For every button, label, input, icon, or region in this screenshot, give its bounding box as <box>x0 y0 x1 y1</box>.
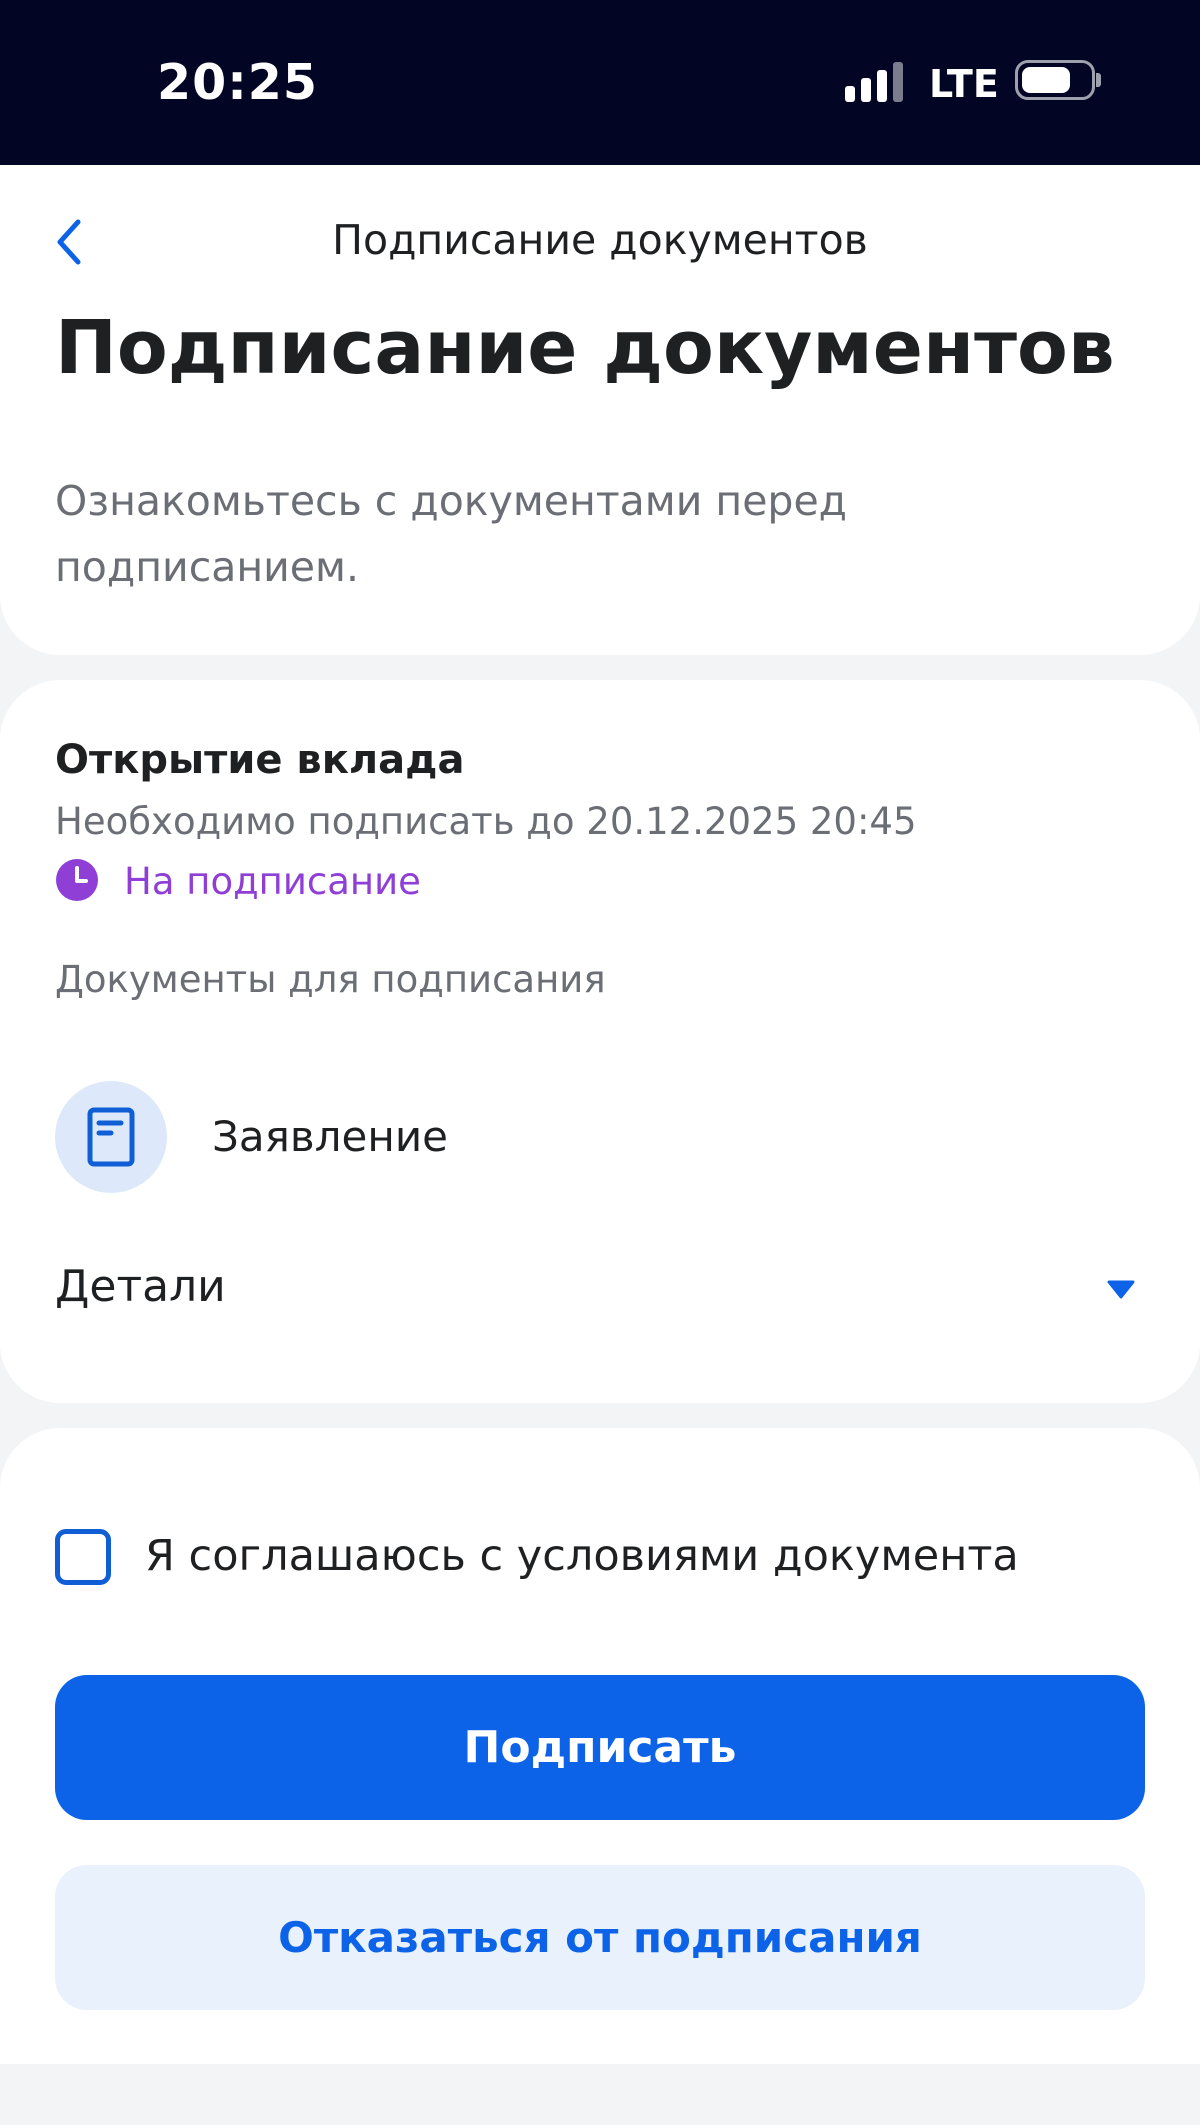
document-icon-circle <box>55 1081 167 1193</box>
battery-icon <box>1015 60 1095 100</box>
network-type: LTE <box>929 62 999 106</box>
clock-icon <box>56 859 98 901</box>
status-badge: На подписание <box>124 860 421 903</box>
sign-button[interactable]: Подписать <box>55 1675 1145 1820</box>
nav-title: Подписание документов <box>332 216 868 264</box>
agree-checkbox-row[interactable]: Я соглашаюсь с условиями документа <box>55 1526 1145 1586</box>
documents-label: Документы для подписания <box>55 958 606 1001</box>
document-icon <box>87 1107 135 1167</box>
decline-button[interactable]: Отказаться от подписания <box>55 1865 1145 2010</box>
status-bar: 20:25 LTE <box>0 0 1200 165</box>
status-time: 20:25 <box>157 54 318 111</box>
details-label: Детали <box>55 1261 226 1312</box>
operation-title: Открытие вклада <box>55 737 465 783</box>
agree-checkbox[interactable] <box>55 1529 111 1585</box>
deadline-text: Необходимо подписать до 20.12.2025 20:45 <box>55 800 917 843</box>
agree-label: Я соглашаюсь с условиями документа <box>145 1531 1019 1581</box>
page-subtitle: Ознакомьтесь с документами перед подписа… <box>55 477 848 591</box>
document-name: Заявление <box>212 1112 448 1161</box>
triangle-down-icon <box>1107 1280 1135 1299</box>
page-title: Подписание документов <box>55 305 1115 391</box>
signal-icon <box>845 62 907 102</box>
battery-tip <box>1096 73 1101 87</box>
document-item[interactable]: Заявление <box>55 1078 1145 1194</box>
details-toggle[interactable]: Детали <box>55 1255 1145 1320</box>
